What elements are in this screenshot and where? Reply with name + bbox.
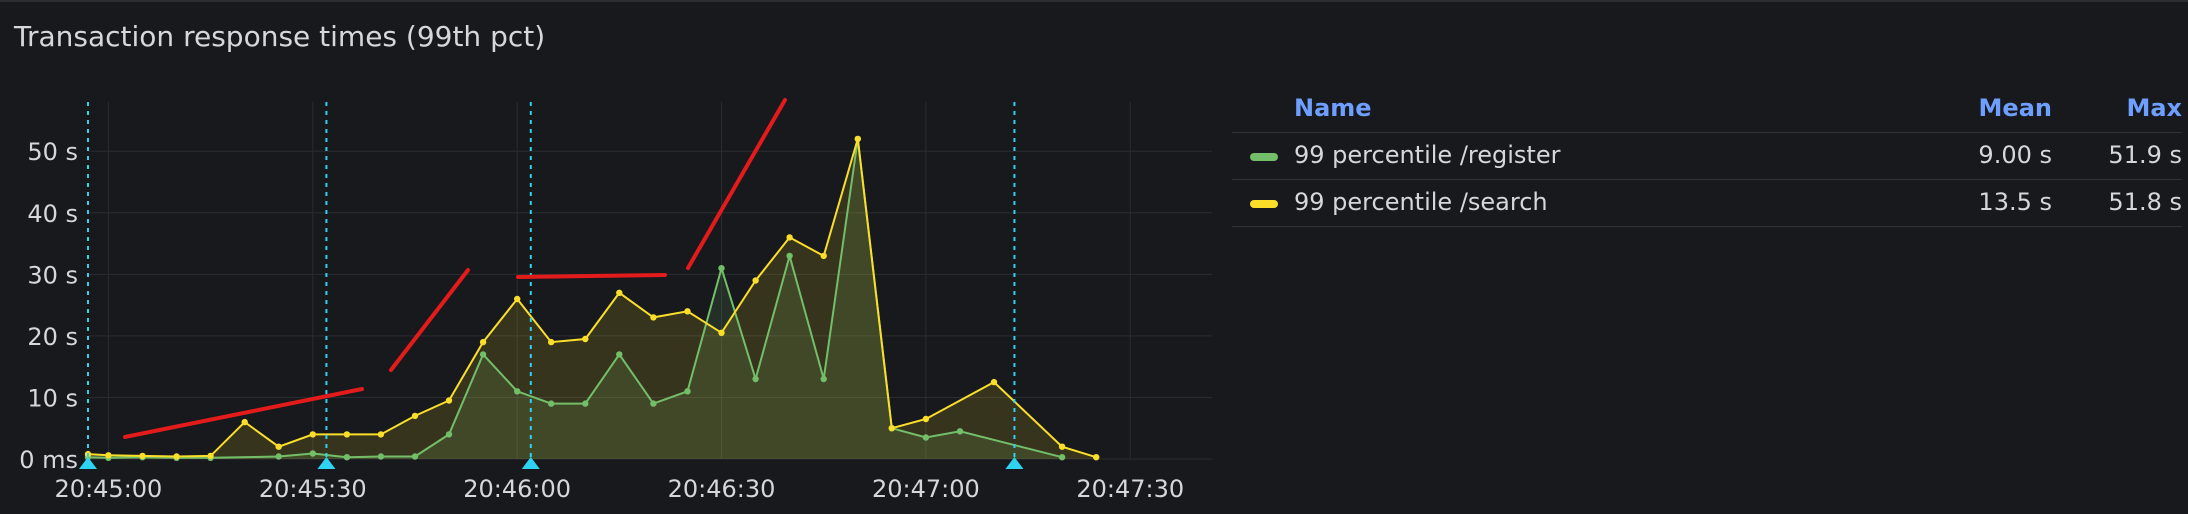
data-point[interactable] xyxy=(445,397,453,404)
data-point[interactable] xyxy=(990,378,998,386)
legend-series-name[interactable]: 99 percentile /search xyxy=(1294,188,1548,216)
legend-header: Name Mean Max xyxy=(1232,86,2182,133)
data-point[interactable] xyxy=(411,412,419,420)
legend-max-value: 51.9 s xyxy=(2108,141,2182,169)
data-point[interactable] xyxy=(139,452,146,460)
data-point[interactable] xyxy=(514,295,521,303)
drawn-trend-stroke xyxy=(389,268,470,372)
data-point[interactable] xyxy=(241,418,248,426)
legend-mean-value: 9.00 s xyxy=(1978,141,2052,169)
drawn-trend-stroke xyxy=(686,98,787,270)
data-point[interactable] xyxy=(173,453,180,460)
data-point[interactable] xyxy=(479,351,487,358)
data-point[interactable] xyxy=(207,452,214,460)
timeseries-panel: Transaction response times (99th pct) 0 … xyxy=(0,0,2188,512)
data-point[interactable] xyxy=(275,443,282,450)
y-tick-label: 0 ms xyxy=(19,446,78,474)
y-tick-label: 30 s xyxy=(27,261,78,289)
data-point[interactable] xyxy=(1093,454,1100,461)
data-point[interactable] xyxy=(1058,443,1066,450)
data-point[interactable] xyxy=(718,265,725,272)
series-color-swatch[interactable] xyxy=(1250,200,1278,208)
y-tick-label: 20 s xyxy=(27,323,78,351)
data-point[interactable] xyxy=(616,289,623,296)
legend-row-search[interactable]: 99 percentile /search 13.5 s 51.8 s xyxy=(1232,180,2182,227)
data-point[interactable] xyxy=(377,431,385,438)
data-point[interactable] xyxy=(752,277,759,284)
data-point[interactable] xyxy=(718,329,725,336)
y-tick-label: 10 s xyxy=(27,384,78,412)
data-point[interactable] xyxy=(854,135,861,143)
data-point[interactable] xyxy=(616,351,623,358)
x-tick-label: 20:46:30 xyxy=(668,475,776,503)
data-point[interactable] xyxy=(786,252,793,260)
data-point[interactable] xyxy=(582,335,589,343)
data-point[interactable] xyxy=(650,400,657,407)
data-point[interactable] xyxy=(820,252,827,260)
data-point[interactable] xyxy=(1058,454,1066,461)
data-point[interactable] xyxy=(752,375,759,383)
x-tick-label: 20:47:00 xyxy=(872,475,980,503)
legend-header-mean[interactable]: Mean xyxy=(1979,94,2052,122)
data-point[interactable] xyxy=(514,388,521,395)
data-point[interactable] xyxy=(309,431,316,438)
data-point[interactable] xyxy=(922,415,930,423)
data-point[interactable] xyxy=(411,453,419,460)
data-point[interactable] xyxy=(786,234,793,241)
legend-mean-value: 13.5 s xyxy=(1978,188,2052,216)
data-point[interactable] xyxy=(309,450,316,457)
y-tick-label: 50 s xyxy=(27,138,78,166)
data-point[interactable] xyxy=(105,452,112,459)
data-point[interactable] xyxy=(684,388,691,395)
data-point[interactable] xyxy=(650,314,657,321)
data-point[interactable] xyxy=(922,434,930,441)
y-tick-label: 40 s xyxy=(27,200,78,228)
data-point[interactable] xyxy=(343,431,351,438)
series-area xyxy=(88,138,1097,459)
x-tick-label: 20:47:30 xyxy=(1076,475,1184,503)
data-point[interactable] xyxy=(820,375,827,383)
data-point[interactable] xyxy=(275,453,282,460)
legend-table: Name Mean Max 99 percentile /register 9.… xyxy=(1232,86,2182,227)
data-point[interactable] xyxy=(956,428,964,435)
legend-series-name[interactable]: 99 percentile /register xyxy=(1294,141,1560,169)
legend-row-register[interactable]: 99 percentile /register 9.00 s 51.9 s xyxy=(1232,133,2182,180)
drawn-trend-stroke xyxy=(516,273,667,279)
data-point[interactable] xyxy=(582,400,589,407)
x-tick-label: 20:45:00 xyxy=(55,475,163,503)
data-point[interactable] xyxy=(548,338,555,346)
data-point[interactable] xyxy=(343,454,351,461)
data-point[interactable] xyxy=(445,431,453,438)
legend-header-max[interactable]: Max xyxy=(2126,94,2182,122)
legend-header-name[interactable]: Name xyxy=(1294,94,1372,122)
data-point[interactable] xyxy=(548,400,555,407)
x-tick-label: 20:46:00 xyxy=(463,475,571,503)
data-point[interactable] xyxy=(888,425,895,432)
data-point[interactable] xyxy=(479,338,487,346)
response-time-chart[interactable]: 0 ms 10 s 20 s 30 s 40 s 50 s 20:45:00 20:45:30… xyxy=(0,2,1230,514)
data-point[interactable] xyxy=(684,308,691,315)
data-point[interactable] xyxy=(377,453,385,460)
series-color-swatch[interactable] xyxy=(1250,153,1278,161)
legend-max-value: 51.8 s xyxy=(2108,188,2182,216)
x-tick-label: 20:45:30 xyxy=(259,475,367,503)
